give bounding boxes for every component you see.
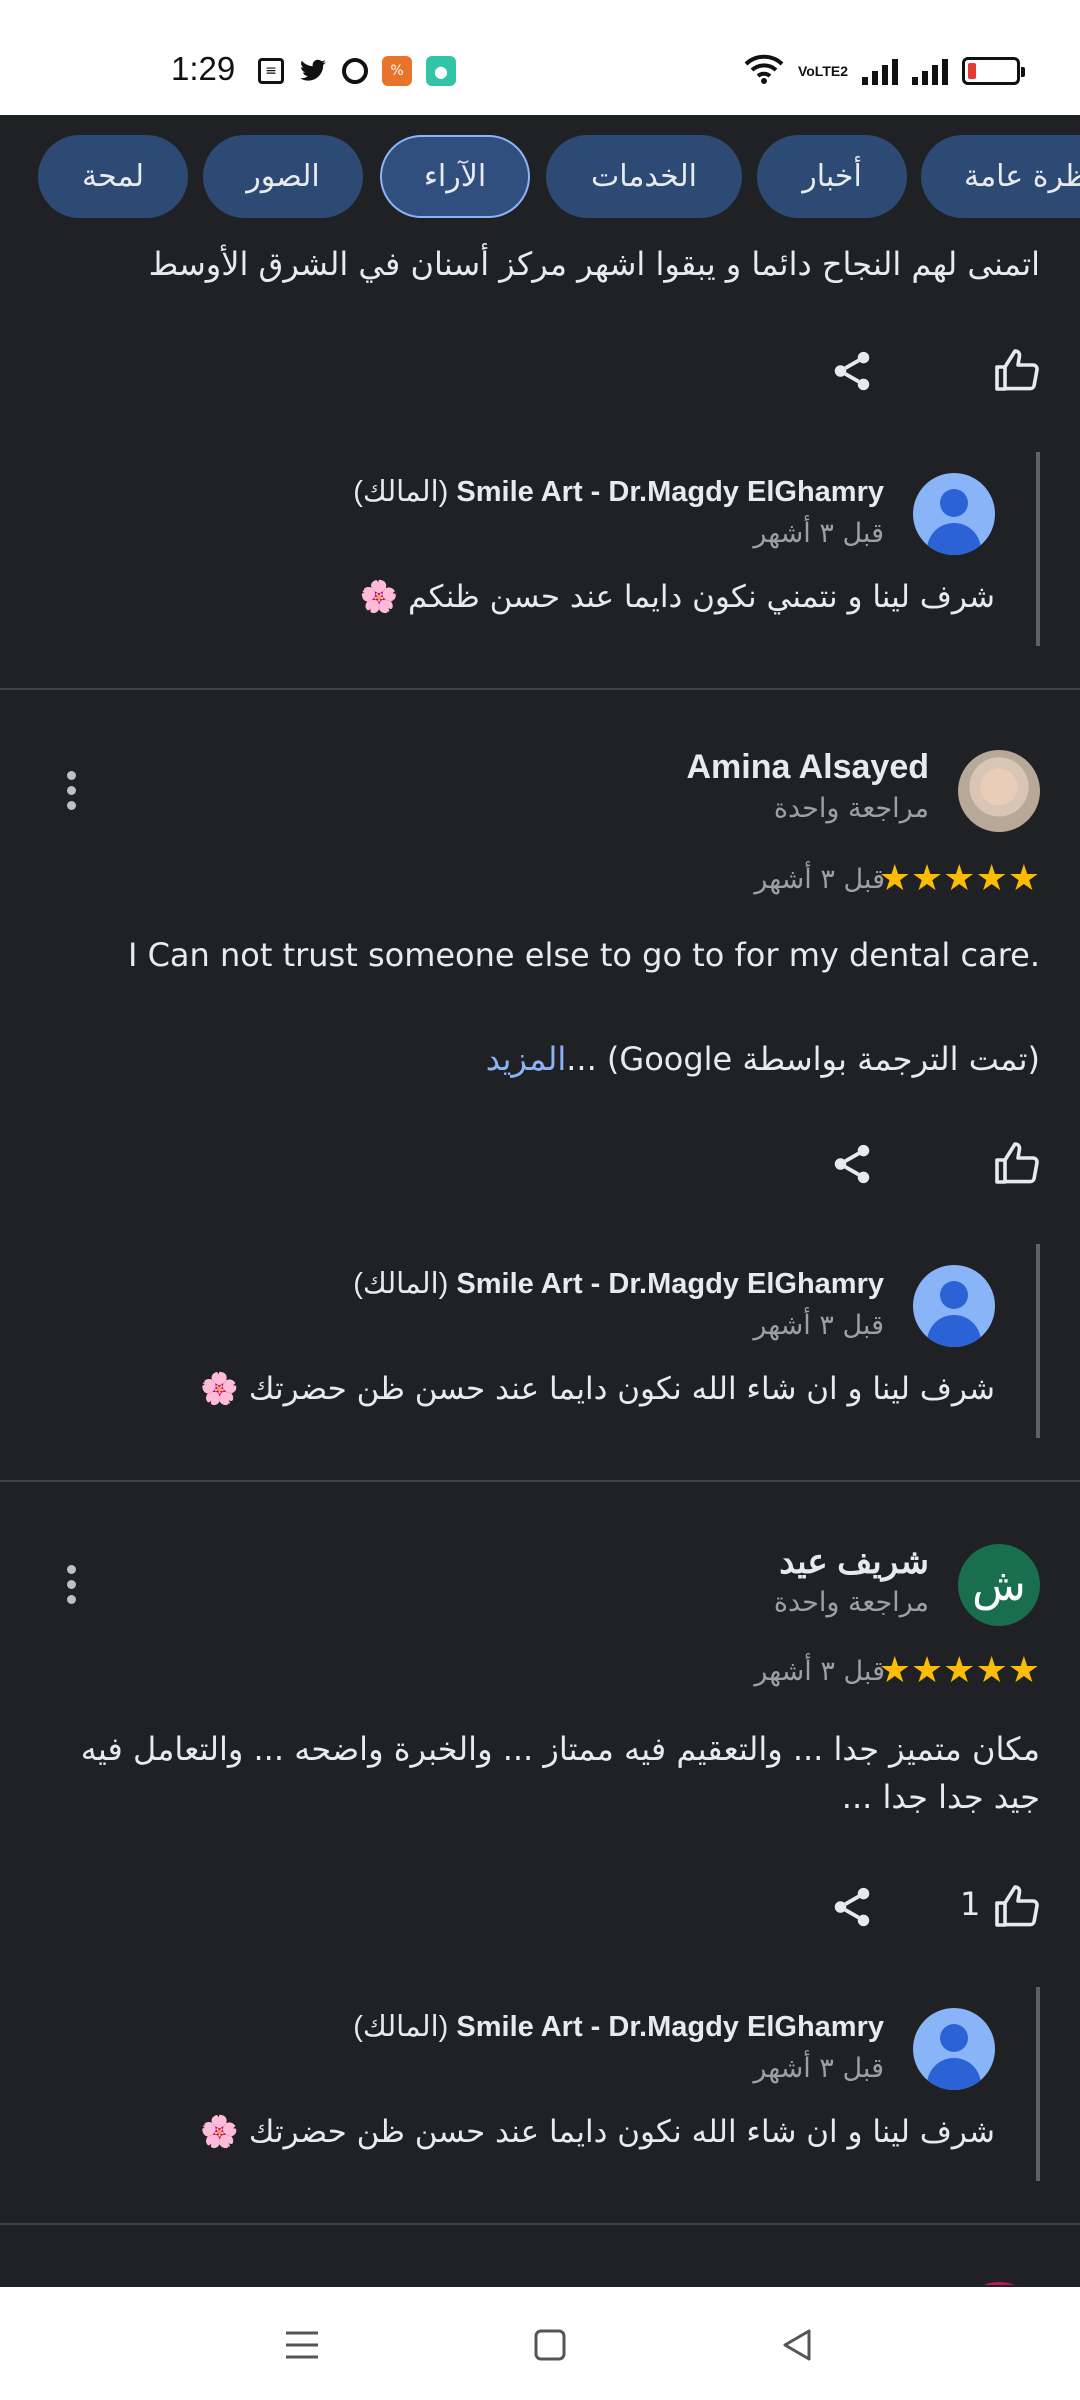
review-text: اتمنى لهم النجاح دائما و يبقوا اشهر مركز… [148,245,1040,283]
status-bar: 1:29 ≡ % ● VoLTE2 [0,0,1080,115]
reply-time: قبل ٣ أشهر [753,518,884,549]
system-icons: VoLTE2 [744,54,1025,88]
navigation-bar [0,2287,1080,2400]
ring-icon [342,58,368,84]
battery-icon [962,57,1025,85]
recents-button[interactable] [272,2315,332,2375]
owner-avatar [913,1265,995,1347]
review-text: مكان متميز جدا ... والتعقيم فيه ممتاز ..… [80,1730,1040,1816]
tab-bar: نظرة عامة أخبار الخدمات الآراء الصور لمح… [0,115,1080,240]
share-button[interactable] [822,1134,882,1194]
more-options-icon[interactable] [51,760,91,820]
more-link[interactable]: المزيد [486,1040,567,1078]
reply-time: قبل ٣ أشهر [753,1310,884,1341]
reply-text: شرف لينا و نتمني نكون دايما عند حسن ظنكم… [359,579,995,615]
divider [0,1480,1080,1482]
tab-news[interactable]: أخبار [757,135,907,218]
like-button[interactable] [987,341,1047,401]
share-button[interactable] [822,341,882,401]
tab-about[interactable]: لمحة [38,135,188,218]
signal-2-icon [912,57,948,85]
offers-app-icon: % [382,56,412,86]
review-text: I Can not trust someone else to go to fo… [127,936,1040,974]
review-time: قبل ٣ أشهر [754,1656,885,1687]
wifi-icon [744,54,784,88]
tab-photos[interactable]: الصور [203,135,363,218]
reviews-list[interactable]: اتمنى لهم النجاح دائما و يبقوا اشهر مركز… [0,240,1080,2285]
volte-label: VoLTE2 [797,63,848,79]
reply-indicator [1036,1987,1040,2181]
owner-name[interactable]: Smile Art - Dr.Magdy ElGhamry (المالك) [353,1266,884,1301]
divider [0,2223,1080,2225]
signal-1-icon [862,57,898,85]
like-count: 1 [960,1885,981,1923]
reply-text: شرف لينا و ان شاء الله نكون دايما عند حس… [200,2114,995,2150]
review-time: قبل ٣ أشهر [754,864,885,895]
reviewer-name[interactable]: Amina Alsayed [687,748,930,787]
divider [0,688,1080,690]
owner-name[interactable]: Smile Art - Dr.Magdy ElGhamry (المالك) [353,474,884,509]
reviewer-avatar[interactable]: ش [958,1544,1040,1626]
owner-avatar [913,2008,995,2090]
rating-stars: ★★★★★ [878,1650,1040,1691]
owner-name[interactable]: Smile Art - Dr.Magdy ElGhamry (المالك) [353,2009,884,2044]
owner-avatar [913,473,995,555]
back-button[interactable] [767,2315,827,2375]
like-button[interactable] [987,1134,1047,1194]
tab-reviews[interactable]: الآراء [380,135,530,218]
status-time: 1:29 [171,50,236,87]
tab-overview[interactable]: نظرة عامة [921,135,1080,218]
chat-app-icon: ● [426,56,456,86]
home-button[interactable] [520,2315,580,2375]
tab-services[interactable]: الخدمات [546,135,742,218]
reply-indicator [1036,1244,1040,1438]
twitter-icon [298,56,328,86]
share-button[interactable] [822,1877,882,1937]
notification-icons: ≡ % ● [258,56,456,86]
reviewer-avatar[interactable] [958,2282,1040,2285]
rating-stars: ★★★★★ [878,858,1040,899]
more-options-icon[interactable] [51,1554,91,1614]
translation-note: (تمت الترجمة بواسطة Google) ...المزيد [485,1040,1040,1078]
reviewer-review-count: مراجعة واحدة [773,793,929,824]
news-icon: ≡ [258,58,284,84]
reviewer-review-count: مراجعة واحدة [773,1587,929,1618]
reviewer-avatar[interactable] [958,750,1040,832]
reply-text: شرف لينا و ان شاء الله نكون دايما عند حس… [200,1371,995,1407]
reviewer-name[interactable]: شريف عيد [779,1542,929,1582]
like-button[interactable] [987,1877,1047,1937]
reply-time: قبل ٣ أشهر [753,2053,884,2084]
reply-indicator [1036,452,1040,646]
